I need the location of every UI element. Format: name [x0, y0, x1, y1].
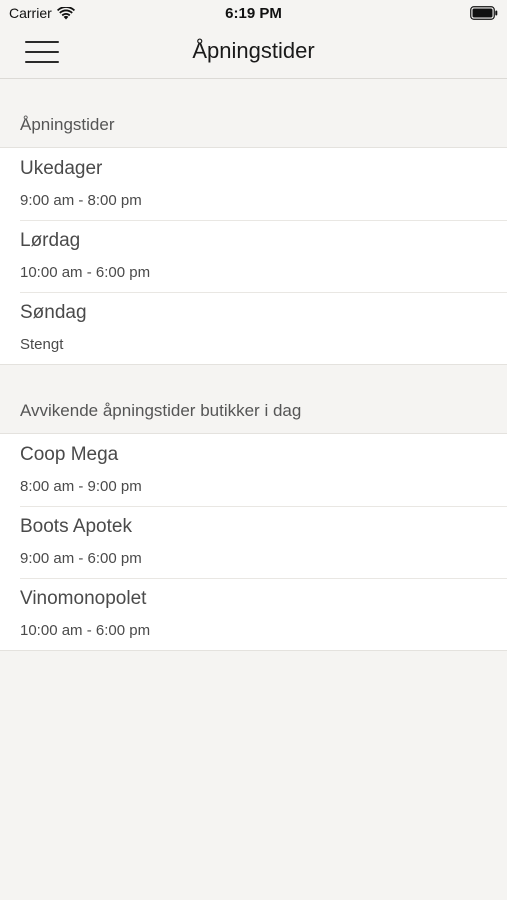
- section-header-label: Avvikende åpningstider butikker i dag: [20, 401, 302, 420]
- page-title: Åpningstider: [192, 38, 315, 63]
- status-time: 6:19 PM: [225, 5, 282, 22]
- list-item[interactable]: Lørdag 10:00 am - 6:00 pm: [0, 220, 507, 292]
- list-item-hours: 9:00 am - 8:00 pm: [20, 192, 142, 209]
- opening-hours-list: Ukedager 9:00 am - 8:00 pm Lørdag 10:00 …: [0, 147, 507, 365]
- list-item-hours: 10:00 am - 6:00 pm: [20, 622, 151, 639]
- list-item-title: Ukedager: [20, 158, 103, 179]
- opening-hours-content: Åpningstider Ukedager 9:00 am - 8:00 pm …: [0, 79, 507, 651]
- list-item-hours: Stengt: [20, 336, 64, 353]
- list-item-title: Coop Mega: [20, 444, 119, 465]
- status-bar: Carrier 6:19 PM: [0, 0, 507, 28]
- list-item[interactable]: Søndag Stengt: [0, 292, 507, 364]
- list-item-hours: 8:00 am - 9:00 pm: [20, 478, 142, 495]
- list-item[interactable]: Coop Mega 8:00 am - 9:00 pm: [0, 434, 507, 506]
- store-hours-list: Coop Mega 8:00 am - 9:00 pm Boots Apotek…: [0, 433, 507, 651]
- list-item-title: Søndag: [20, 302, 87, 323]
- navigation-bar: Åpningstider: [0, 28, 507, 79]
- list-item[interactable]: Ukedager 9:00 am - 8:00 pm: [0, 148, 507, 220]
- list-item-hours: 10:00 am - 6:00 pm: [20, 264, 151, 281]
- list-item-hours: 9:00 am - 6:00 pm: [20, 550, 142, 567]
- section-header-opening-hours: Åpningstider: [0, 79, 507, 147]
- section-header-label: Åpningstider: [20, 115, 115, 134]
- list-item-title: Vinomonopolet: [20, 588, 147, 609]
- list-item[interactable]: Boots Apotek 9:00 am - 6:00 pm: [0, 506, 507, 578]
- list-item[interactable]: Vinomonopolet 10:00 am - 6:00 pm: [0, 578, 507, 650]
- battery-icon: [470, 6, 498, 20]
- list-item-title: Lørdag: [20, 230, 81, 251]
- section-header-deviating-hours: Avvikende åpningstider butikker i dag: [0, 365, 507, 433]
- list-item-title: Boots Apotek: [20, 516, 132, 537]
